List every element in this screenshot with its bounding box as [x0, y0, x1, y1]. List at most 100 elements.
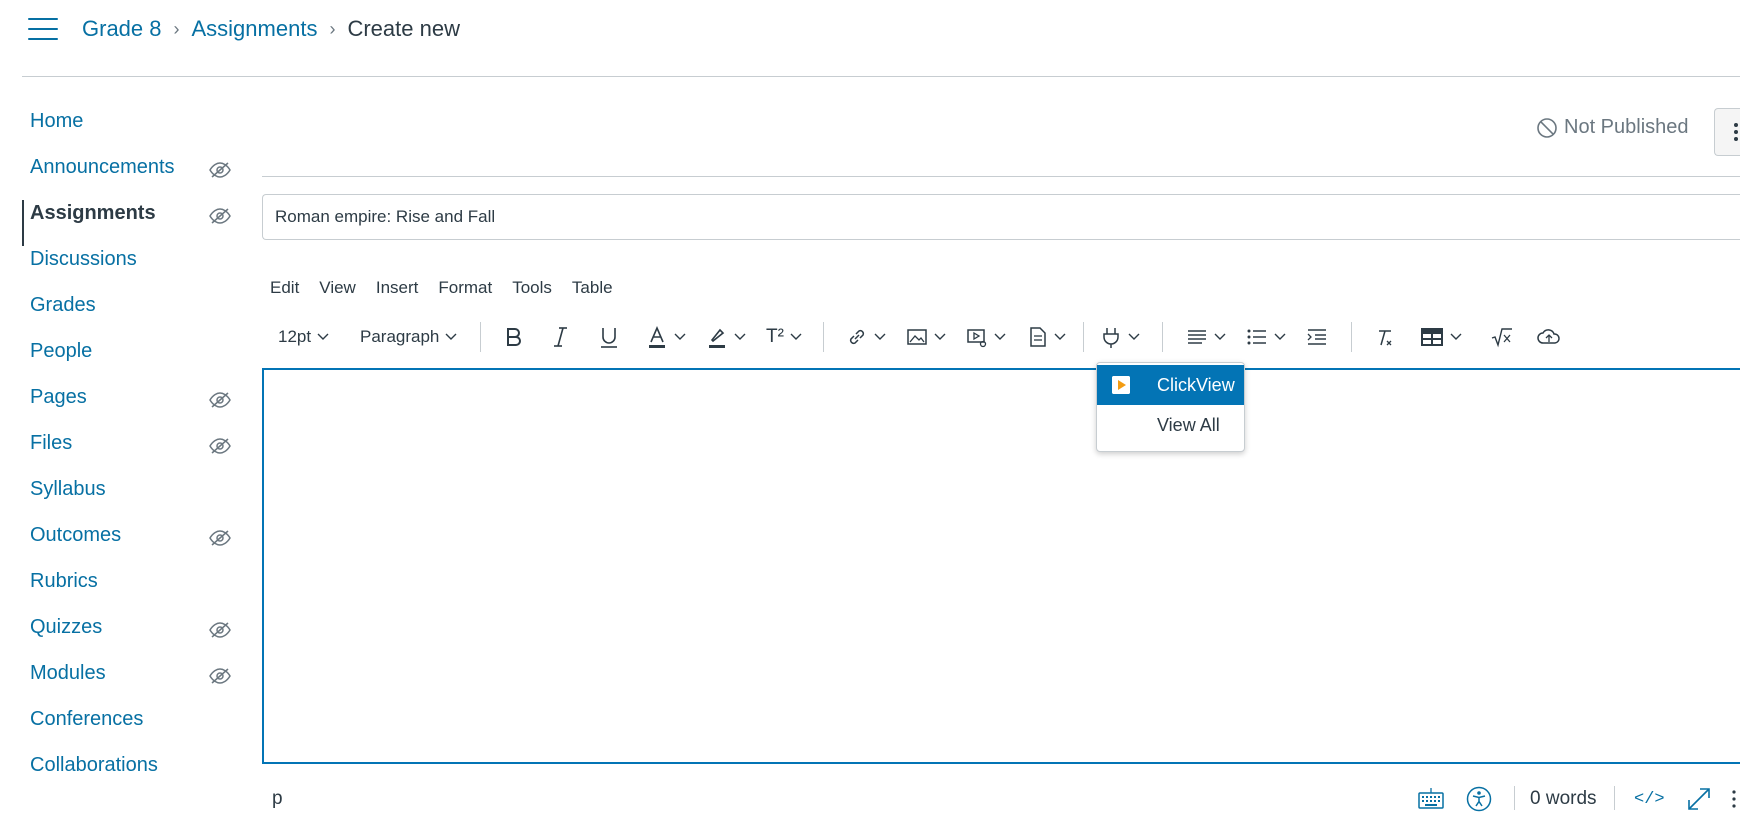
- menu-tools[interactable]: Tools: [512, 278, 552, 298]
- text-color-button[interactable]: [646, 320, 686, 354]
- clear-formatting-button[interactable]: [1374, 320, 1396, 354]
- eye-hidden-icon: [208, 620, 232, 640]
- toolbar-separator: [1083, 322, 1084, 352]
- toolbar-separator: [480, 322, 481, 352]
- image-icon: [907, 329, 927, 345]
- statusbar-separator: [1514, 786, 1515, 810]
- menu-view[interactable]: View: [319, 278, 356, 298]
- accessibility-checker-button[interactable]: [1466, 786, 1492, 817]
- underline-button[interactable]: [598, 320, 620, 354]
- image-button[interactable]: [906, 320, 946, 354]
- sidebar-item-home[interactable]: Home: [30, 110, 83, 133]
- breadcrumb-assignments[interactable]: Assignments: [192, 16, 318, 42]
- document-button[interactable]: [1028, 320, 1066, 354]
- chevron-right-icon: ›: [173, 18, 180, 39]
- rich-text-editor-body[interactable]: [262, 368, 1740, 764]
- more-options-button[interactable]: [1714, 108, 1740, 156]
- content-divider: [262, 176, 1740, 177]
- list-button[interactable]: [1246, 320, 1286, 354]
- sidebar-item-syllabus[interactable]: Syllabus: [30, 478, 106, 501]
- bold-button[interactable]: [502, 320, 526, 354]
- html-editor-toggle[interactable]: </>: [1634, 790, 1665, 809]
- word-count[interactable]: 0 words: [1530, 788, 1597, 810]
- menu-table[interactable]: Table: [572, 278, 613, 298]
- sidebar-item-files[interactable]: Files: [30, 432, 72, 455]
- sidebar-item-discussions[interactable]: Discussions: [30, 248, 137, 271]
- sidebar-item-outcomes[interactable]: Outcomes: [30, 524, 121, 547]
- dropdown-item-view-all[interactable]: View All: [1097, 405, 1244, 445]
- eye-hidden-icon: [208, 160, 232, 180]
- chevron-down-icon: [1450, 333, 1462, 340]
- accessibility-icon: [1466, 786, 1492, 812]
- eye-hidden-icon: [208, 528, 232, 548]
- sidebar-item-collaborations[interactable]: Collaborations: [30, 754, 158, 777]
- plugins-button[interactable]: [1100, 320, 1140, 354]
- expand-icon: [1688, 788, 1710, 810]
- align-button[interactable]: [1186, 320, 1226, 354]
- not-published-icon: [1537, 117, 1557, 138]
- chevron-down-icon: [934, 333, 946, 340]
- menu-format[interactable]: Format: [438, 278, 492, 298]
- chevron-down-icon: [874, 333, 886, 340]
- breadcrumb: Grade 8 › Assignments › Create new: [82, 16, 460, 42]
- menu-insert[interactable]: Insert: [376, 278, 419, 298]
- chevron-down-icon: [734, 333, 746, 340]
- document-icon: [1030, 327, 1046, 347]
- eye-hidden-icon: [208, 206, 232, 226]
- publish-status-label: Not Published: [1564, 116, 1689, 138]
- chevron-down-icon: [994, 333, 1006, 340]
- chevron-down-icon: [445, 333, 457, 340]
- chevron-down-icon: [1054, 333, 1066, 340]
- statusbar-more-button[interactable]: [1730, 788, 1738, 815]
- table-button[interactable]: [1420, 320, 1462, 354]
- breadcrumb-course[interactable]: Grade 8: [82, 16, 162, 42]
- plug-icon: [1103, 328, 1119, 348]
- dropdown-item-clickview[interactable]: ClickView: [1097, 365, 1244, 405]
- cloud-upload-button[interactable]: [1536, 320, 1562, 354]
- sidebar-item-modules[interactable]: Modules: [30, 662, 106, 685]
- sidebar-item-pages[interactable]: Pages: [30, 386, 87, 409]
- sidebar-item-grades[interactable]: Grades: [30, 294, 96, 317]
- menu-edit[interactable]: Edit: [270, 278, 299, 298]
- element-path[interactable]: p: [272, 788, 283, 810]
- highlight-color-button[interactable]: [706, 320, 746, 354]
- fullscreen-button[interactable]: [1686, 786, 1712, 817]
- equation-button[interactable]: [1490, 320, 1514, 354]
- global-nav-menu-button[interactable]: [28, 18, 58, 42]
- plugins-dropdown-menu: ClickView View All: [1096, 362, 1245, 452]
- chevron-down-icon: [1128, 333, 1140, 340]
- publish-status[interactable]: Not Published: [1536, 116, 1689, 139]
- chevron-right-icon: ›: [329, 18, 336, 39]
- superscript-button[interactable]: T²: [766, 320, 802, 354]
- keyboard-icon: [1418, 788, 1444, 809]
- chevron-down-icon: [674, 333, 686, 340]
- assignment-title-input[interactable]: [262, 194, 1740, 240]
- sidebar-item-people[interactable]: People: [30, 340, 92, 363]
- table-icon: [1421, 328, 1443, 346]
- keyboard-shortcuts-button[interactable]: [1418, 786, 1444, 815]
- sidebar-item-rubrics[interactable]: Rubrics: [30, 570, 98, 593]
- media-button[interactable]: [966, 320, 1006, 354]
- indent-icon: [1307, 329, 1326, 345]
- font-size-select[interactable]: 12pt: [278, 320, 329, 354]
- kebab-icon: [1734, 123, 1738, 141]
- underline-icon: [601, 328, 617, 348]
- cloud-icon: [1537, 329, 1560, 344]
- indent-button[interactable]: [1306, 320, 1328, 354]
- active-nav-indicator: [22, 200, 24, 246]
- sidebar-item-announcements[interactable]: Announcements: [30, 156, 175, 179]
- eye-hidden-icon: [208, 666, 232, 686]
- editor-menubar: Edit View Insert Format Tools Table: [270, 278, 633, 298]
- text-color-icon: [649, 325, 665, 348]
- block-format-select[interactable]: Paragraph: [360, 320, 457, 354]
- eye-hidden-icon: [208, 390, 232, 410]
- link-button[interactable]: [846, 320, 886, 354]
- italic-button[interactable]: [550, 320, 572, 354]
- sidebar-item-conferences[interactable]: Conferences: [30, 708, 143, 731]
- clear-formatting-icon: [1379, 330, 1392, 346]
- clickview-icon: [1112, 376, 1130, 394]
- hamburger-line: [28, 28, 58, 30]
- sidebar-item-assignments[interactable]: Assignments: [30, 202, 156, 225]
- font-size-value: 12pt: [278, 327, 312, 346]
- sidebar-item-quizzes[interactable]: Quizzes: [30, 616, 102, 639]
